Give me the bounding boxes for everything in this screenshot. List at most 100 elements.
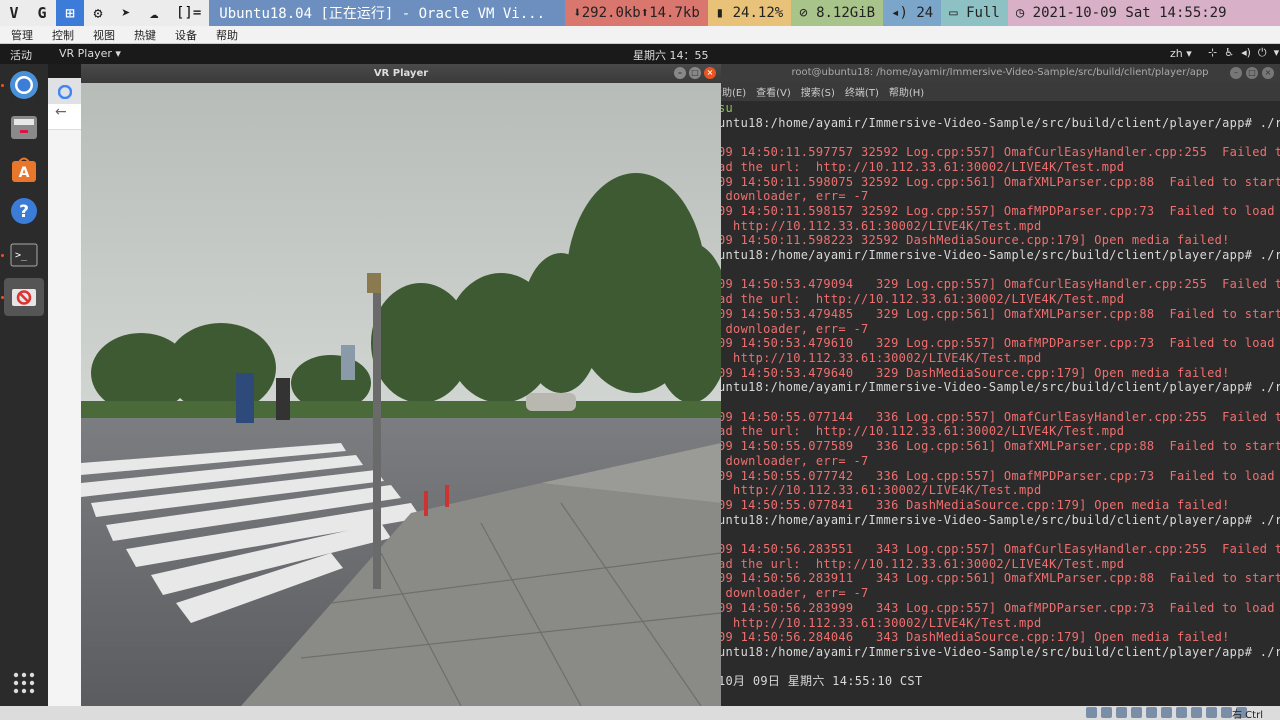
terminal-line: 09 14:50:55.077589 336 Log.cpp:561] Omaf… — [720, 439, 1280, 454]
close-button[interactable]: × — [1262, 67, 1274, 79]
software-launcher[interactable]: A — [4, 150, 44, 188]
cpu-icon[interactable] — [1206, 707, 1217, 718]
chevron-down-icon: ▾ — [1273, 46, 1280, 59]
vm-menu-devices[interactable]: 设备 — [164, 27, 205, 43]
files-launcher[interactable] — [4, 108, 44, 146]
help-launcher[interactable]: ? — [4, 192, 44, 230]
vr-player-title: VR Player — [373, 68, 429, 79]
vm-menu-view[interactable]: 视图 — [82, 27, 123, 43]
maximize-button[interactable]: □ — [689, 67, 701, 79]
gnome-top-panel: 活动 VR Player ▾ 星期六 14：55 zh ▾ ⊹ ♿ ◂) ⏻ ▾ — [0, 44, 1280, 64]
google-icon[interactable]: G — [28, 0, 56, 26]
windows-icon[interactable]: ⊞ — [56, 0, 84, 26]
minimize-button[interactable]: – — [674, 67, 686, 79]
svg-text:A: A — [19, 165, 30, 181]
terminal-line: http://10.112.33.61:30002/LIVE4K/Test.mp… — [720, 615, 1042, 630]
terminal-line: downloader, err= -7 — [720, 321, 869, 336]
activities-button[interactable]: 活动 — [10, 47, 32, 63]
monitor-icon: ▭ — [949, 5, 967, 21]
terminal-menu-item[interactable]: 搜索(S) — [801, 84, 835, 99]
terminal-line: 09 14:50:56.284046 343 DashMediaSource.c… — [720, 630, 1230, 645]
shared-folder-icon[interactable] — [1161, 707, 1172, 718]
terminal-line: 09 14:50:53.479640 329 DashMediaSource.c… — [720, 365, 1230, 380]
terminal-menu-item[interactable]: 终端(T) — [845, 84, 879, 99]
terminal-line: 09 14:50:55.077144 336 Log.cpp:557] Omaf… — [720, 409, 1280, 424]
volume-status[interactable]: ◂) 24 — [883, 0, 942, 26]
terminal-line: 09 14:50:11.597757 32592 Log.cpp:557] Om… — [720, 145, 1280, 160]
vm-menu-control[interactable]: 控制 — [41, 27, 82, 43]
vim-icon[interactable]: V — [0, 0, 28, 26]
audio-icon[interactable] — [1116, 707, 1127, 718]
browser-toolbar: ← — [48, 104, 82, 130]
display-value: Full — [966, 5, 1000, 21]
terminal-line: untu18:/home/ayamir/Immersive-Video-Samp… — [720, 115, 1280, 130]
terminal-line: 09 14:50:11.598075 32592 Log.cpp:561] Om… — [720, 174, 1280, 189]
terminal-line: su — [720, 101, 734, 115]
vr-video-frame[interactable] — [81, 83, 721, 706]
terminal-line: 09 14:50:56.283911 343 Log.cpp:561] Omaf… — [720, 571, 1280, 586]
vr-player-titlebar[interactable]: VR Player – □ × — [81, 64, 721, 83]
browser-tab[interactable] — [48, 78, 82, 104]
window-controls: – □ × — [674, 67, 716, 79]
back-arrow-icon[interactable]: ← — [55, 104, 67, 120]
clock-icon: ◷ — [1015, 5, 1033, 21]
terminal-line: 09 14:50:55.077742 336 Log.cpp:557] Omaf… — [720, 468, 1280, 483]
minimize-button[interactable]: – — [1230, 67, 1242, 79]
accessibility-icon: ♿ — [1224, 46, 1235, 59]
terminal-line: ad the url: http://10.112.33.61:30002/LI… — [720, 159, 1125, 174]
app-menu[interactable]: VR Player ▾ — [59, 47, 121, 60]
memory-value: 8.12GiB — [816, 5, 876, 21]
terminal-menu-item[interactable]: 帮助(H) — [889, 84, 924, 99]
input-language[interactable]: zh ▾ — [1170, 47, 1192, 60]
host-datetime: 2021-10-09 Sat 14:55:29 — [1032, 5, 1227, 21]
chrome-launcher[interactable] — [4, 66, 44, 104]
vr-player-window[interactable]: VR Player – □ × — [81, 64, 721, 706]
layout-indicator[interactable]: []= — [168, 0, 209, 26]
ubuntu-dock: A ? >_ — [0, 64, 48, 706]
usb-icon[interactable] — [1146, 707, 1157, 718]
vm-menu-help[interactable]: 帮助 — [205, 27, 246, 43]
display-icon[interactable] — [1176, 707, 1187, 718]
maximize-button[interactable]: □ — [1246, 67, 1258, 79]
terminal-menu-item[interactable]: 查看(V) — [756, 84, 791, 99]
vm-menu-manage[interactable]: 管理 — [0, 27, 41, 43]
terminal-line: ad the url: http://10.112.33.61:30002/LI… — [720, 556, 1125, 571]
telegram-icon[interactable]: ➤ — [112, 0, 140, 26]
volume-icon: ◂) — [1241, 46, 1251, 59]
terminal-line: 09 14:50:56.283551 343 Log.cpp:557] Omaf… — [720, 542, 1280, 556]
gear-icon[interactable]: ⚙ — [84, 0, 112, 26]
host-window-title[interactable]: Ubuntu18.04 [正在运行] - Oracle VM Vi... — [209, 0, 566, 26]
browser-window[interactable]: ← — [48, 78, 82, 706]
vm-menu-hotkey[interactable]: 热键 — [123, 27, 164, 43]
cloud-upload-icon[interactable]: ☁ — [140, 0, 168, 26]
terminal-line: 09 14:50:11.598223 32592 DashMediaSource… — [720, 233, 1230, 248]
gnome-clock[interactable]: 星期六 14：55 — [633, 47, 709, 63]
recording-icon[interactable] — [1191, 707, 1202, 718]
display-status: ▭ Full — [941, 0, 1008, 26]
terminal-output[interactable]: su untu18:/home/ayamir/Immersive-Video-Sa… — [720, 101, 1280, 706]
optical-drive-icon[interactable] — [1101, 707, 1112, 718]
terminal-line: 09 14:50:53.479485 329 Log.cpp:561] Omaf… — [720, 306, 1280, 321]
vm-menu-bar: 管理 控制 视图 热键 设备 帮助 — [0, 26, 1280, 44]
download-icon: ⬇ — [573, 5, 582, 21]
storage-icon[interactable] — [1086, 707, 1097, 718]
show-applications-button[interactable] — [4, 664, 44, 702]
host-status-bar: V G ⊞ ⚙ ➤ ☁ []= Ubuntu18.04 [正在运行] - Ora… — [0, 0, 1280, 26]
network-adapter-icon[interactable] — [1131, 707, 1142, 718]
terminal-line: 09 14:50:11.598157 32592 Log.cpp:557] Om… — [720, 203, 1280, 218]
net-up-value: 14.7kb — [649, 5, 700, 21]
terminal-line: 09 14:50:53.479610 329 Log.cpp:557] Omaf… — [720, 336, 1280, 351]
terminal-window[interactable]: root@ubuntu18: /home/ayamir/Immersive-Vi… — [712, 64, 1280, 706]
terminal-line: 10月 09日 星期六 14:55:10 CST — [720, 674, 923, 689]
terminal-line: http://10.112.33.61:30002/LIVE4K/Test.mp… — [720, 218, 1042, 233]
terminal-line: untu18:/home/ayamir/Immersive-Video-Samp… — [720, 248, 1280, 262]
close-button[interactable]: × — [704, 67, 716, 79]
terminal-launcher[interactable]: >_ — [4, 236, 44, 274]
battery-status: ▮ 24.12% — [707, 0, 792, 26]
terminal-line: untu18:/home/ayamir/Immersive-Video-Samp… — [720, 380, 1280, 395]
system-tray[interactable]: ⊹ ♿ ◂) ⏻ ▾ — [1208, 46, 1279, 60]
mouse-integration-icon[interactable] — [1221, 707, 1232, 718]
terminal-titlebar[interactable]: root@ubuntu18: /home/ayamir/Immersive-Vi… — [720, 64, 1280, 82]
battery-value: 24.12% — [732, 5, 784, 21]
vr-player-launcher[interactable] — [4, 278, 44, 316]
